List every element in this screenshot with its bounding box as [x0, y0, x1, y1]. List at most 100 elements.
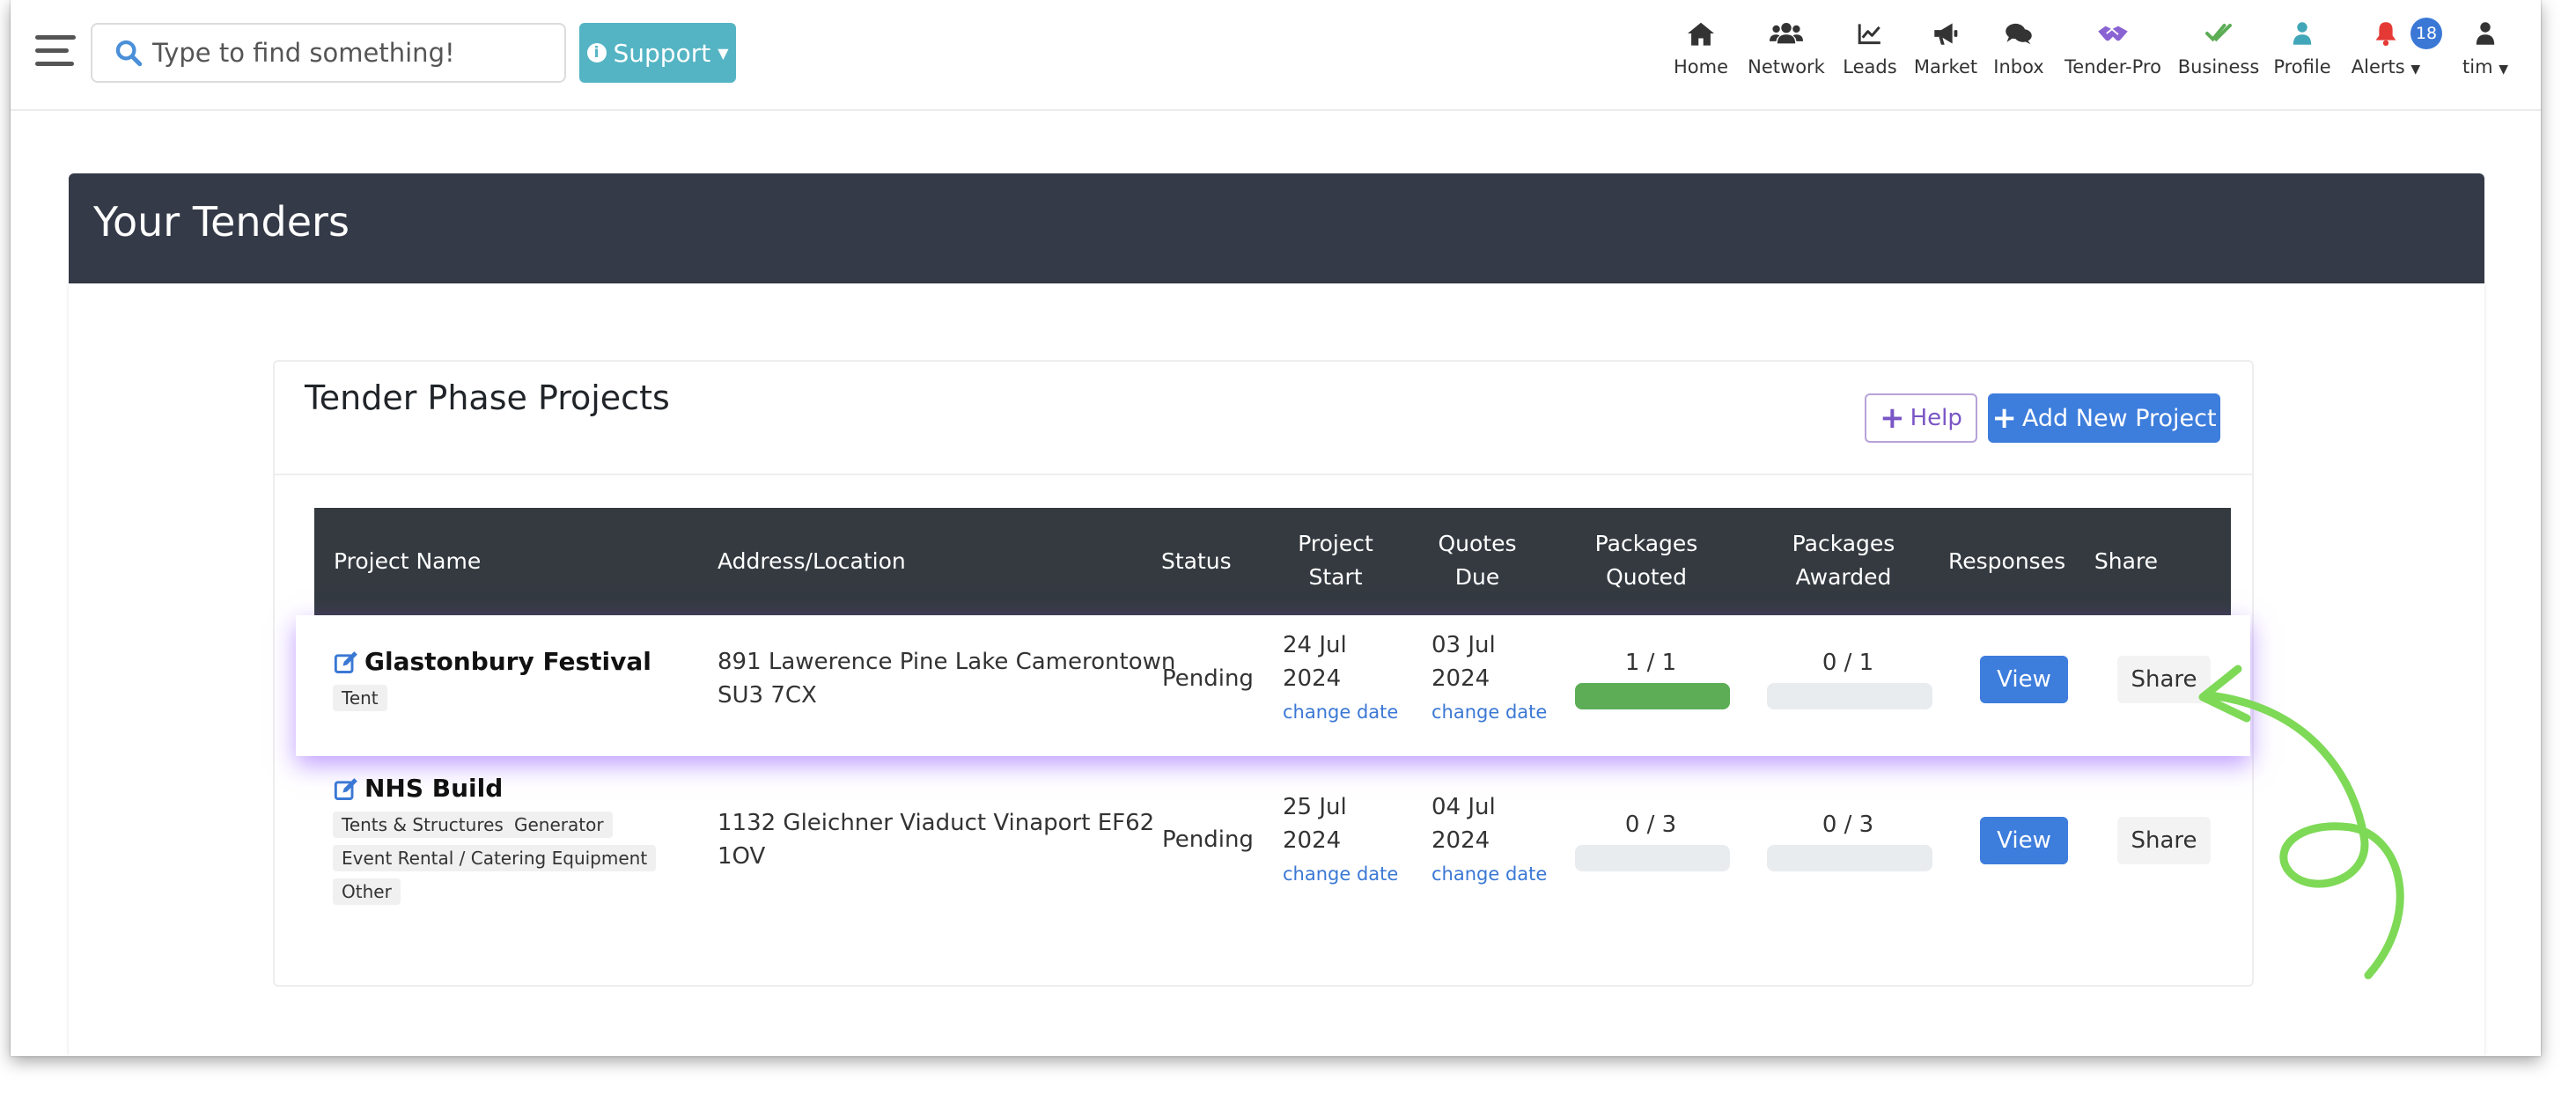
- edit-icon[interactable]: [334, 777, 358, 802]
- comments-icon: [2006, 23, 2032, 45]
- date-line: 2024: [1432, 827, 1490, 854]
- project-status: Pending: [1162, 665, 1254, 692]
- nav-label: Market: [1913, 56, 1978, 77]
- date-line: 25 Jul: [1283, 794, 1347, 820]
- handshake-icon: [2098, 26, 2128, 41]
- project-status: Pending: [1162, 826, 1254, 853]
- view-responses-button[interactable]: View: [1980, 656, 2068, 703]
- address-line: 1OV: [718, 843, 766, 870]
- project-start-date: 24 Jul 2024 change date: [1283, 628, 1398, 729]
- column-header-packages-awarded: Packages Awarded: [1760, 527, 1927, 594]
- nav-item-business[interactable]: Business: [2171, 16, 2266, 86]
- project-tag: Other: [333, 878, 401, 905]
- change-due-date-link[interactable]: change date: [1432, 857, 1547, 891]
- support-label: Support: [613, 38, 711, 68]
- packages-awarded-progress: [1767, 845, 1932, 871]
- packages-quoted-progress: [1575, 683, 1730, 709]
- nav-item-leads[interactable]: Leads: [1836, 16, 1903, 86]
- change-start-date-link[interactable]: change date: [1283, 695, 1398, 729]
- project-tag: Tent: [333, 685, 387, 711]
- nav-label: Network: [1748, 56, 1825, 77]
- card-title: Tender Phase Projects: [305, 378, 670, 417]
- column-header-share: Share: [2094, 548, 2159, 574]
- users-icon: [1770, 22, 1803, 44]
- search-box[interactable]: [91, 23, 566, 83]
- nav-label: Inbox: [1993, 56, 2044, 77]
- support-dropdown-button[interactable]: i Support ▼: [579, 23, 736, 83]
- plus-icon: +: [1991, 400, 2017, 436]
- chart-line-icon: [1858, 24, 1880, 45]
- date-line: 2024: [1283, 665, 1342, 692]
- column-header-status: Status: [1161, 548, 1232, 574]
- nav-item-home[interactable]: Home: [1657, 16, 1745, 86]
- card-divider: [273, 474, 2254, 475]
- top-navbar: i Support ▼ Home Network Leads Market In…: [11, 0, 2541, 111]
- help-button[interactable]: + Help: [1865, 393, 1977, 443]
- packages-awarded-value: 0 / 3: [1822, 812, 1874, 838]
- plus-icon: +: [1880, 400, 1905, 436]
- chevron-down-icon: ▼: [2410, 62, 2421, 77]
- header-line: Project: [1298, 531, 1373, 556]
- project-address: 891 Lawerence Pine Lake Camerontown SU3 …: [718, 645, 1175, 712]
- header-line: Quotes: [1438, 531, 1517, 556]
- project-name-link[interactable]: NHS Build: [364, 772, 503, 805]
- date-line: 2024: [1432, 665, 1490, 692]
- header-line: Due: [1454, 564, 1500, 590]
- nav-label: Profile: [2273, 56, 2331, 77]
- project-address: 1132 Gleichner Viaduct Vinaport EF62 1OV: [718, 806, 1154, 873]
- search-input[interactable]: [151, 37, 541, 69]
- address-line: 891 Lawerence Pine Lake Camerontown: [718, 649, 1176, 675]
- bell-icon: [2375, 22, 2396, 46]
- packages-awarded-value: 0 / 1: [1822, 650, 1874, 676]
- table-row-highlight: [296, 615, 2250, 756]
- date-line: 24 Jul: [1283, 632, 1347, 658]
- project-name-link[interactable]: Glastonbury Festival: [364, 645, 651, 679]
- annotation-arrow-icon: [2198, 665, 2404, 980]
- packages-quoted-value: 0 / 3: [1624, 812, 1677, 838]
- nav-label: Leads: [1843, 56, 1897, 77]
- change-due-date-link[interactable]: change date: [1432, 695, 1547, 729]
- add-project-label: Add New Project: [2021, 404, 2217, 432]
- alerts-count-badge: 18: [2410, 18, 2442, 49]
- megaphone-icon: [1934, 23, 1958, 45]
- add-new-project-button[interactable]: + Add New Project: [1988, 393, 2220, 443]
- address-line: 1132 Gleichner Viaduct Vinaport EF62: [718, 810, 1155, 836]
- project-start-date: 25 Jul 2024 change date: [1283, 790, 1398, 891]
- column-header-packages-quoted: Packages Quoted: [1563, 527, 1730, 594]
- column-header-project-name: Project Name: [334, 548, 482, 574]
- project-tag: Tents & Structures: [333, 812, 512, 838]
- header-line: Awarded: [1795, 564, 1892, 590]
- date-line: 2024: [1283, 827, 1342, 854]
- view-responses-button[interactable]: View: [1980, 817, 2068, 864]
- nav-item-user-menu[interactable]: tim ▼: [2455, 16, 2516, 86]
- person-icon: [2293, 22, 2312, 45]
- nav-item-market[interactable]: Market: [1910, 16, 1981, 86]
- nav-item-network[interactable]: Network: [1738, 16, 1835, 86]
- header-line: Quoted: [1606, 564, 1687, 590]
- page-title: Your Tenders: [93, 198, 350, 246]
- quotes-due-date: 04 Jul 2024 change date: [1432, 790, 1547, 891]
- page-header: Your Tenders: [69, 173, 2484, 283]
- nav-label: Tender-Pro: [2064, 56, 2161, 77]
- menu-toggle-icon[interactable]: [35, 35, 76, 67]
- chevron-down-icon: ▼: [718, 44, 729, 62]
- edit-icon[interactable]: [334, 650, 358, 675]
- change-start-date-link[interactable]: change date: [1283, 857, 1398, 891]
- column-header-address: Address/Location: [718, 548, 906, 574]
- quotes-due-date: 03 Jul 2024 change date: [1432, 628, 1547, 729]
- header-line: Packages: [1594, 531, 1698, 556]
- chevron-down-icon: ▼: [2499, 62, 2508, 77]
- home-icon: [1688, 22, 1714, 46]
- progress-fill: [1575, 683, 1730, 709]
- nav-label: Alerts: [2351, 56, 2405, 77]
- double-check-icon: [2205, 23, 2232, 42]
- date-line: 04 Jul: [1432, 794, 1496, 820]
- nav-item-inbox[interactable]: Inbox: [1988, 16, 2050, 86]
- nav-item-tender-pro[interactable]: Tender-Pro: [2053, 16, 2173, 86]
- user-icon: [2476, 22, 2495, 45]
- column-header-project-start: Project Start: [1283, 527, 1388, 594]
- packages-quoted-value: 1 / 1: [1624, 650, 1677, 676]
- header-line: Packages: [1792, 531, 1895, 556]
- search-icon: [115, 40, 143, 67]
- nav-item-profile[interactable]: Profile: [2266, 16, 2338, 86]
